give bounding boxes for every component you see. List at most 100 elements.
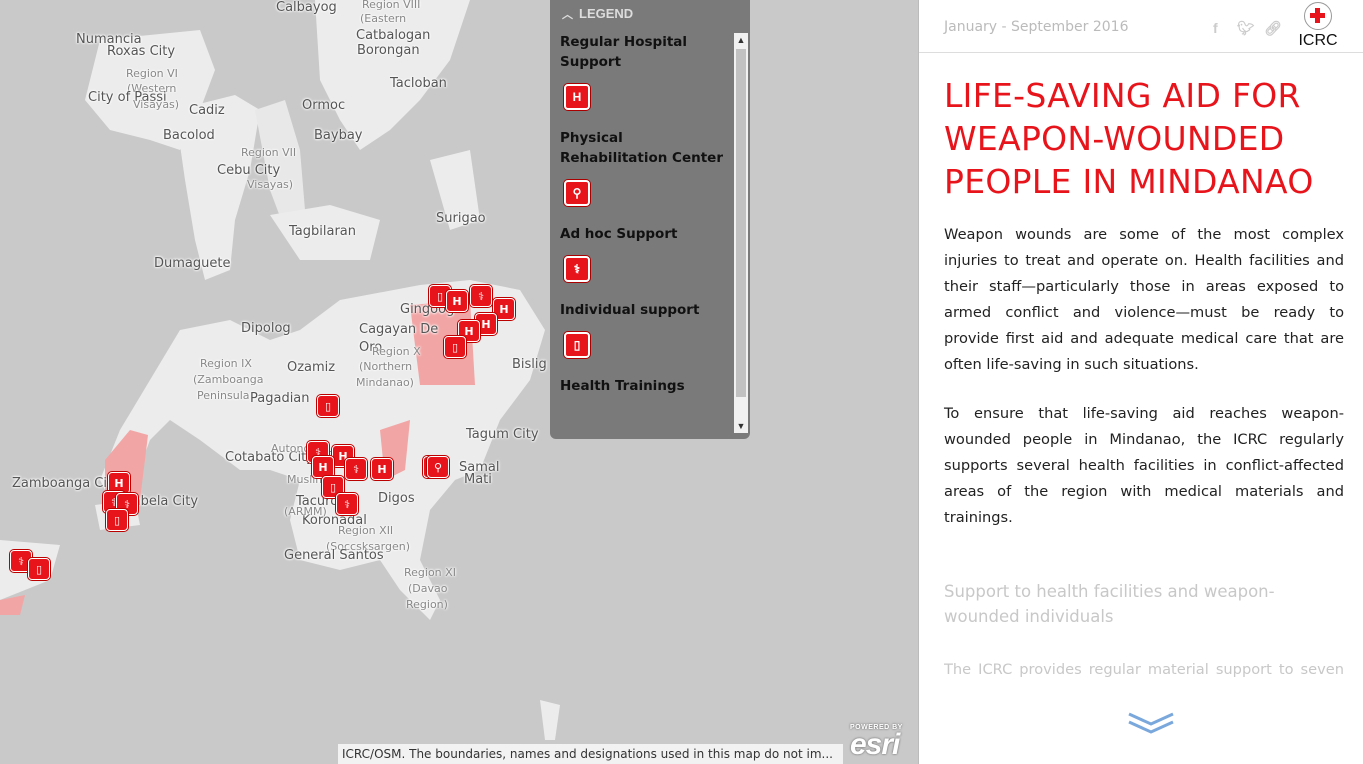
- map-marker-individual[interactable]: ▯: [317, 395, 339, 417]
- legend-label: Regular Hospital Support: [560, 34, 688, 70]
- individual-icon: ▯: [436, 289, 444, 303]
- hospital-icon: H: [318, 460, 328, 474]
- logo-text: ICRC: [1298, 32, 1338, 49]
- link-icon[interactable]: 🔗︎: [1264, 20, 1282, 36]
- scroll-down-chevron-icon[interactable]: [1125, 708, 1177, 738]
- individual-icon: ▯: [329, 480, 337, 494]
- legend-title: LEGEND: [579, 6, 634, 21]
- hospital-icon: H: [464, 324, 474, 338]
- hospital-icon: H: [377, 462, 387, 476]
- faded-paragraph: The ICRC provides regular material suppo…: [944, 661, 1344, 678]
- map-marker-individual[interactable]: ▯: [106, 509, 128, 531]
- individual-icon: ▯: [35, 562, 43, 576]
- rehab-icon: ⚲: [564, 180, 590, 206]
- map-place-label: Visayas): [133, 98, 180, 111]
- intro-paragraph: Weapon wounds are some of the most compl…: [944, 226, 1344, 373]
- map-place-label: Peninsula: [197, 389, 250, 402]
- map-marker-hospital[interactable]: H: [312, 456, 334, 478]
- adhoc-icon: ⚕: [353, 462, 359, 476]
- map-place-label: Region VI: [126, 67, 178, 80]
- map-place-label: Baybay: [314, 128, 363, 143]
- legend-item-rehab: Physical Rehabilitation Center ⚲: [560, 128, 724, 206]
- map-place-label: Region IX: [200, 357, 252, 370]
- chevron-up-icon: ︿: [562, 8, 573, 21]
- map-marker-individual[interactable]: ▯: [444, 336, 466, 358]
- facebook-icon[interactable]: f: [1213, 20, 1229, 36]
- map-place-label: Digos: [378, 491, 415, 506]
- scroll-thumb[interactable]: [736, 49, 746, 397]
- legend-label: Individual support: [560, 302, 700, 318]
- map-place-label: Tacloban: [390, 76, 447, 91]
- map-place-label: Cebu City: [217, 163, 281, 178]
- support-paragraph: To ensure that life-saving aid reaches w…: [944, 405, 1344, 526]
- map-place-label: Zamboanga City: [12, 476, 120, 491]
- hospital-icon: H: [564, 84, 590, 110]
- map-place-label: (Northern: [359, 360, 413, 373]
- map-place-label: Dipolog: [241, 321, 291, 336]
- map-place-label: Tagbilaran: [289, 224, 356, 239]
- legend-item-individual: Individual support ▯: [560, 300, 724, 358]
- map-place-label: Region X: [372, 345, 421, 358]
- legend-item-hospital: Regular Hospital Support H: [560, 32, 724, 110]
- individual-icon: ▯: [451, 340, 459, 354]
- legend-toggle[interactable]: ︿ LEGEND: [550, 0, 750, 27]
- map-place-label: (Eastern: [360, 12, 407, 25]
- esri-name: esri: [850, 728, 900, 761]
- map-place-label: Bislig: [512, 357, 547, 372]
- map-place-label: Ormoc: [302, 98, 346, 113]
- scroll-up-icon[interactable]: ▲: [734, 33, 748, 47]
- map-marker-individual[interactable]: ▯: [28, 558, 50, 580]
- date-range: January - September 2016: [944, 19, 1129, 35]
- section-heading: Support to health facilities and weapon-…: [944, 582, 1275, 626]
- map-marker-rehab[interactable]: ⚲: [427, 456, 449, 478]
- map-place-label: Region VIII: [362, 0, 421, 11]
- icrc-logo[interactable]: ICRC: [1295, 2, 1341, 52]
- hospital-icon: H: [114, 476, 124, 490]
- map-place-label: Ozamiz: [287, 360, 336, 375]
- map-place-label: Cagayan De: [359, 322, 439, 337]
- map-place-label: Catbalogan: [356, 28, 431, 43]
- map-marker-adhoc[interactable]: ⚕: [336, 493, 358, 515]
- map-view[interactable]: Calbayog Numancia Roxas City Region VI (West…: [0, 0, 918, 764]
- individual-icon: ▯: [324, 399, 332, 413]
- map-place-label: Dumaguete: [154, 256, 231, 271]
- map-marker-adhoc[interactable]: ⚕: [470, 285, 492, 307]
- legend-scrollbar[interactable]: ▲ ▼: [734, 33, 748, 433]
- map-place-label: General Santos: [284, 548, 384, 563]
- medical-icon: ⚕: [564, 256, 590, 282]
- map-place-label: (Zamboanga: [193, 373, 264, 386]
- panel-content: LIFE-SAVING AID FOR WEAPON-WOUNDED PEOPL…: [944, 74, 1344, 687]
- map-place-label: Borongan: [357, 43, 420, 58]
- rehab-icon: ⚲: [433, 460, 443, 474]
- esri-logo[interactable]: POWERED BY esri: [850, 724, 912, 760]
- scroll-down-icon[interactable]: ▼: [734, 419, 748, 433]
- legend-item-trainings: Health Trainings: [560, 376, 724, 396]
- map-marker-hospital[interactable]: H: [446, 290, 468, 312]
- adhoc-icon: ⚕: [18, 554, 24, 568]
- legend-label: Physical Rehabilitation Center: [560, 130, 723, 166]
- panel-header: January - September 2016 f 🐦︎ 🔗︎ ICRC: [919, 0, 1363, 53]
- legend-label: Ad hoc Support: [560, 226, 678, 242]
- map-place-label: (ARMM): [284, 505, 327, 518]
- map-place-label: Mindanao): [356, 376, 414, 389]
- map-land: [0, 0, 560, 740]
- map-place-label: Region): [406, 598, 448, 611]
- twitter-icon[interactable]: 🐦︎: [1237, 20, 1255, 36]
- legend-item-adhoc: Ad hoc Support ⚕: [560, 224, 724, 282]
- map-place-label: Roxas City: [107, 44, 176, 59]
- map-place-label: Cadiz: [189, 103, 225, 118]
- adhoc-icon: ⚕: [478, 289, 484, 303]
- map-place-label: Region XI: [404, 566, 456, 579]
- map-marker-adhoc[interactable]: ⚕: [345, 458, 367, 480]
- map-place-label: Tagum City: [466, 427, 539, 442]
- hospital-icon: H: [452, 294, 462, 308]
- map-place-label: Calbayog: [276, 0, 337, 15]
- map-attribution[interactable]: ICRC/OSM. The boundaries, names and desi…: [338, 744, 843, 764]
- map-marker-hospital[interactable]: H: [371, 458, 393, 480]
- individual-icon: ▯: [564, 332, 590, 358]
- legend-list: Regular Hospital Support H Physical Reha…: [550, 32, 734, 432]
- red-cross-icon: [1304, 2, 1332, 30]
- map-place-label: Visayas): [247, 178, 294, 191]
- map-place-label: Mati: [464, 472, 492, 487]
- map-place-label: (Davao: [408, 582, 448, 595]
